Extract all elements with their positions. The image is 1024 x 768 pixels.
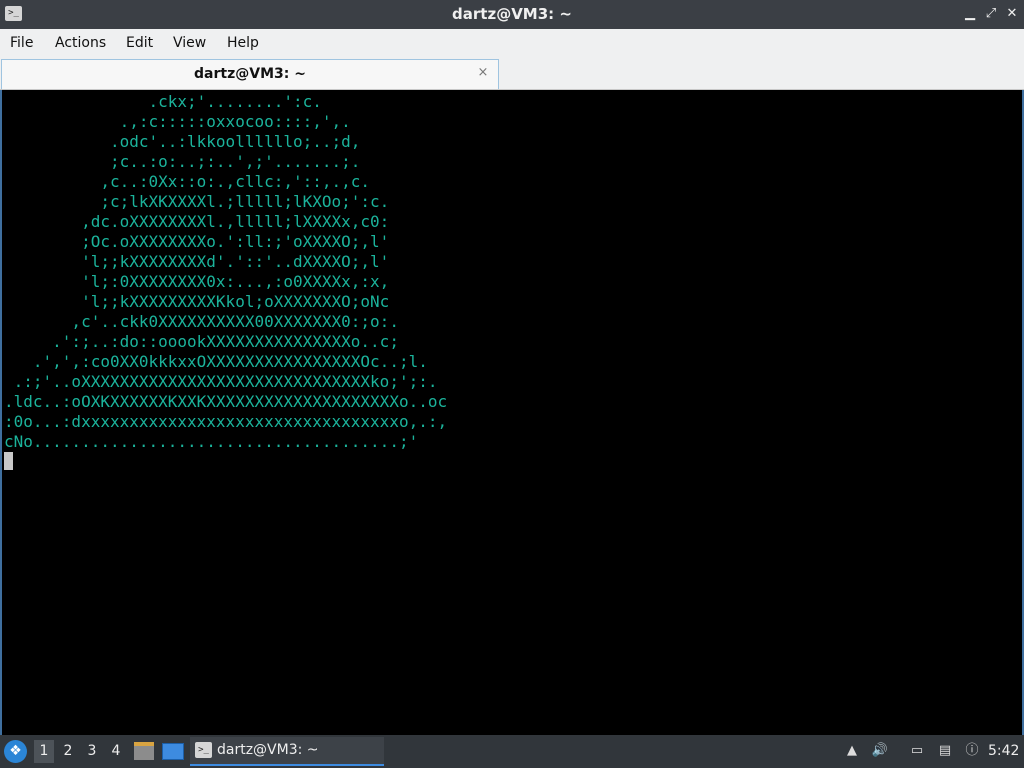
menu-help[interactable]: Help [227,29,259,57]
file-manager-icon[interactable] [134,742,154,760]
terminal-area[interactable]: .ckx;'........':c. .,:c:::::oxxocoo::::,… [0,90,1024,735]
tray-arrow-icon[interactable]: ▲ [842,741,862,761]
tab-close-icon[interactable]: × [476,66,490,80]
window-titlebar[interactable]: >_ dartz@VM3: ~ ▁ ⤢ ✕ [0,0,1024,29]
workspace-3-button[interactable]: 3 [82,740,102,763]
volume-icon[interactable]: 🔊 [870,741,890,761]
tab-terminal[interactable]: dartz@VM3: ~ × [1,59,499,89]
taskbar-terminal-entry[interactable]: >_ dartz@VM3: ~ [190,737,384,766]
clock[interactable]: 5:42 [988,735,1019,768]
notification-icon[interactable]: ⓘ [962,741,982,761]
maximize-icon[interactable]: ⤢ [983,6,999,22]
minimize-icon[interactable]: ▁ [962,6,978,22]
menu-bar: File Actions Edit View Help [0,29,1024,57]
workspace-2-button[interactable]: 2 [58,740,78,763]
menu-file[interactable]: File [10,29,33,57]
start-menu-icon[interactable]: ❖ [4,740,27,763]
menu-edit[interactable]: Edit [126,29,153,57]
tab-label: dartz@VM3: ~ [194,66,306,82]
terminal-icon: >_ [195,742,212,758]
taskbar-entry-label: dartz@VM3: ~ [217,742,319,758]
tab-bar: dartz@VM3: ~ × [0,57,1024,90]
taskbar: ❖ 1 2 3 4 >_ dartz@VM3: ~ ▲ 🔊 ▭ ▤ ⓘ 5:42 [0,735,1024,768]
close-icon[interactable]: ✕ [1004,6,1020,22]
menu-actions[interactable]: Actions [55,29,106,57]
terminal-cursor [4,452,13,470]
workspace-4-button[interactable]: 4 [106,740,126,763]
show-desktop-icon[interactable] [162,743,184,760]
network-icon[interactable]: ▭ [907,741,927,761]
menu-view[interactable]: View [173,29,206,57]
clipboard-icon[interactable]: ▤ [935,741,955,761]
window-title: dartz@VM3: ~ [452,5,572,23]
terminal-output: .ckx;'........':c. .,:c:::::oxxocoo::::,… [4,92,448,451]
workspace-1-button[interactable]: 1 [34,740,54,763]
